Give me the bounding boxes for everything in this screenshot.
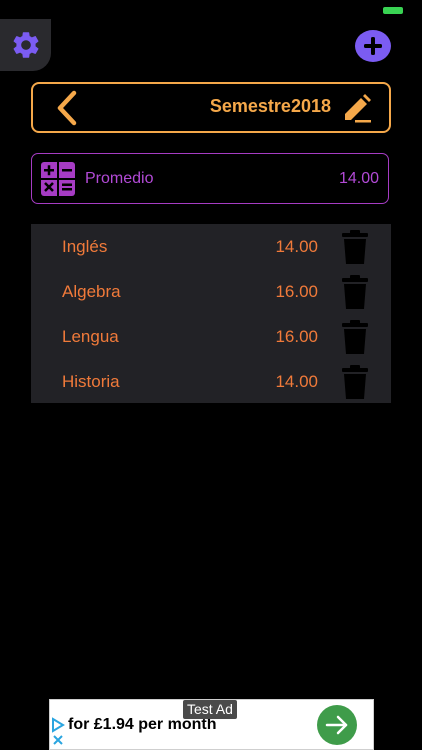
subject-row[interactable]: Algebra 16.00 xyxy=(31,269,391,314)
subject-grade: 16.00 xyxy=(275,327,318,346)
semester-header: Semestre2018 xyxy=(31,82,391,133)
gear-icon xyxy=(13,32,38,58)
plus-icon xyxy=(364,37,382,55)
subject-list: Inglés 14.00 Algebra 16.00 Lengua 16.00 xyxy=(31,224,391,403)
semester-title: Semestre2018 xyxy=(209,96,331,116)
app-screen: Semestre2018 Promedio 14.00 Inglés 14.00… xyxy=(0,0,422,750)
back-button[interactable] xyxy=(47,88,87,128)
subject-grade: 14.00 xyxy=(275,237,318,256)
average-panel: Promedio 14.00 xyxy=(31,153,389,204)
subject-grade: 14.00 xyxy=(275,372,318,391)
test-ad-label: Test Ad xyxy=(183,700,237,719)
subject-row[interactable]: Lengua 16.00 xyxy=(31,314,391,359)
ad-banner[interactable]: for £1.94 per month Test Ad xyxy=(49,699,374,750)
subject-name: Historia xyxy=(62,372,120,391)
ad-choices-icon[interactable] xyxy=(50,717,66,747)
arrow-right-icon xyxy=(325,715,348,735)
trash-icon[interactable] xyxy=(342,320,368,354)
battery-indicator xyxy=(383,7,403,14)
settings-button[interactable] xyxy=(0,19,51,71)
subject-name: Lengua xyxy=(62,327,119,346)
average-label: Promedio xyxy=(85,170,154,187)
subject-name: Inglés xyxy=(62,237,108,256)
subject-row[interactable]: Inglés 14.00 xyxy=(31,224,391,269)
subject-grade: 16.00 xyxy=(275,282,318,301)
ad-go-button[interactable] xyxy=(317,705,357,745)
add-subject-button[interactable] xyxy=(355,30,391,62)
trash-icon[interactable] xyxy=(342,275,368,309)
chevron-left-icon xyxy=(57,90,77,126)
trash-icon[interactable] xyxy=(342,230,368,264)
edit-semester-button[interactable] xyxy=(339,90,375,126)
calculator-icon xyxy=(41,162,75,196)
pencil-icon xyxy=(345,94,371,123)
trash-icon[interactable] xyxy=(342,365,368,399)
subject-name: Algebra xyxy=(62,282,121,301)
average-value: 14.00 xyxy=(338,170,379,187)
subject-row[interactable]: Historia 14.00 xyxy=(31,359,391,404)
